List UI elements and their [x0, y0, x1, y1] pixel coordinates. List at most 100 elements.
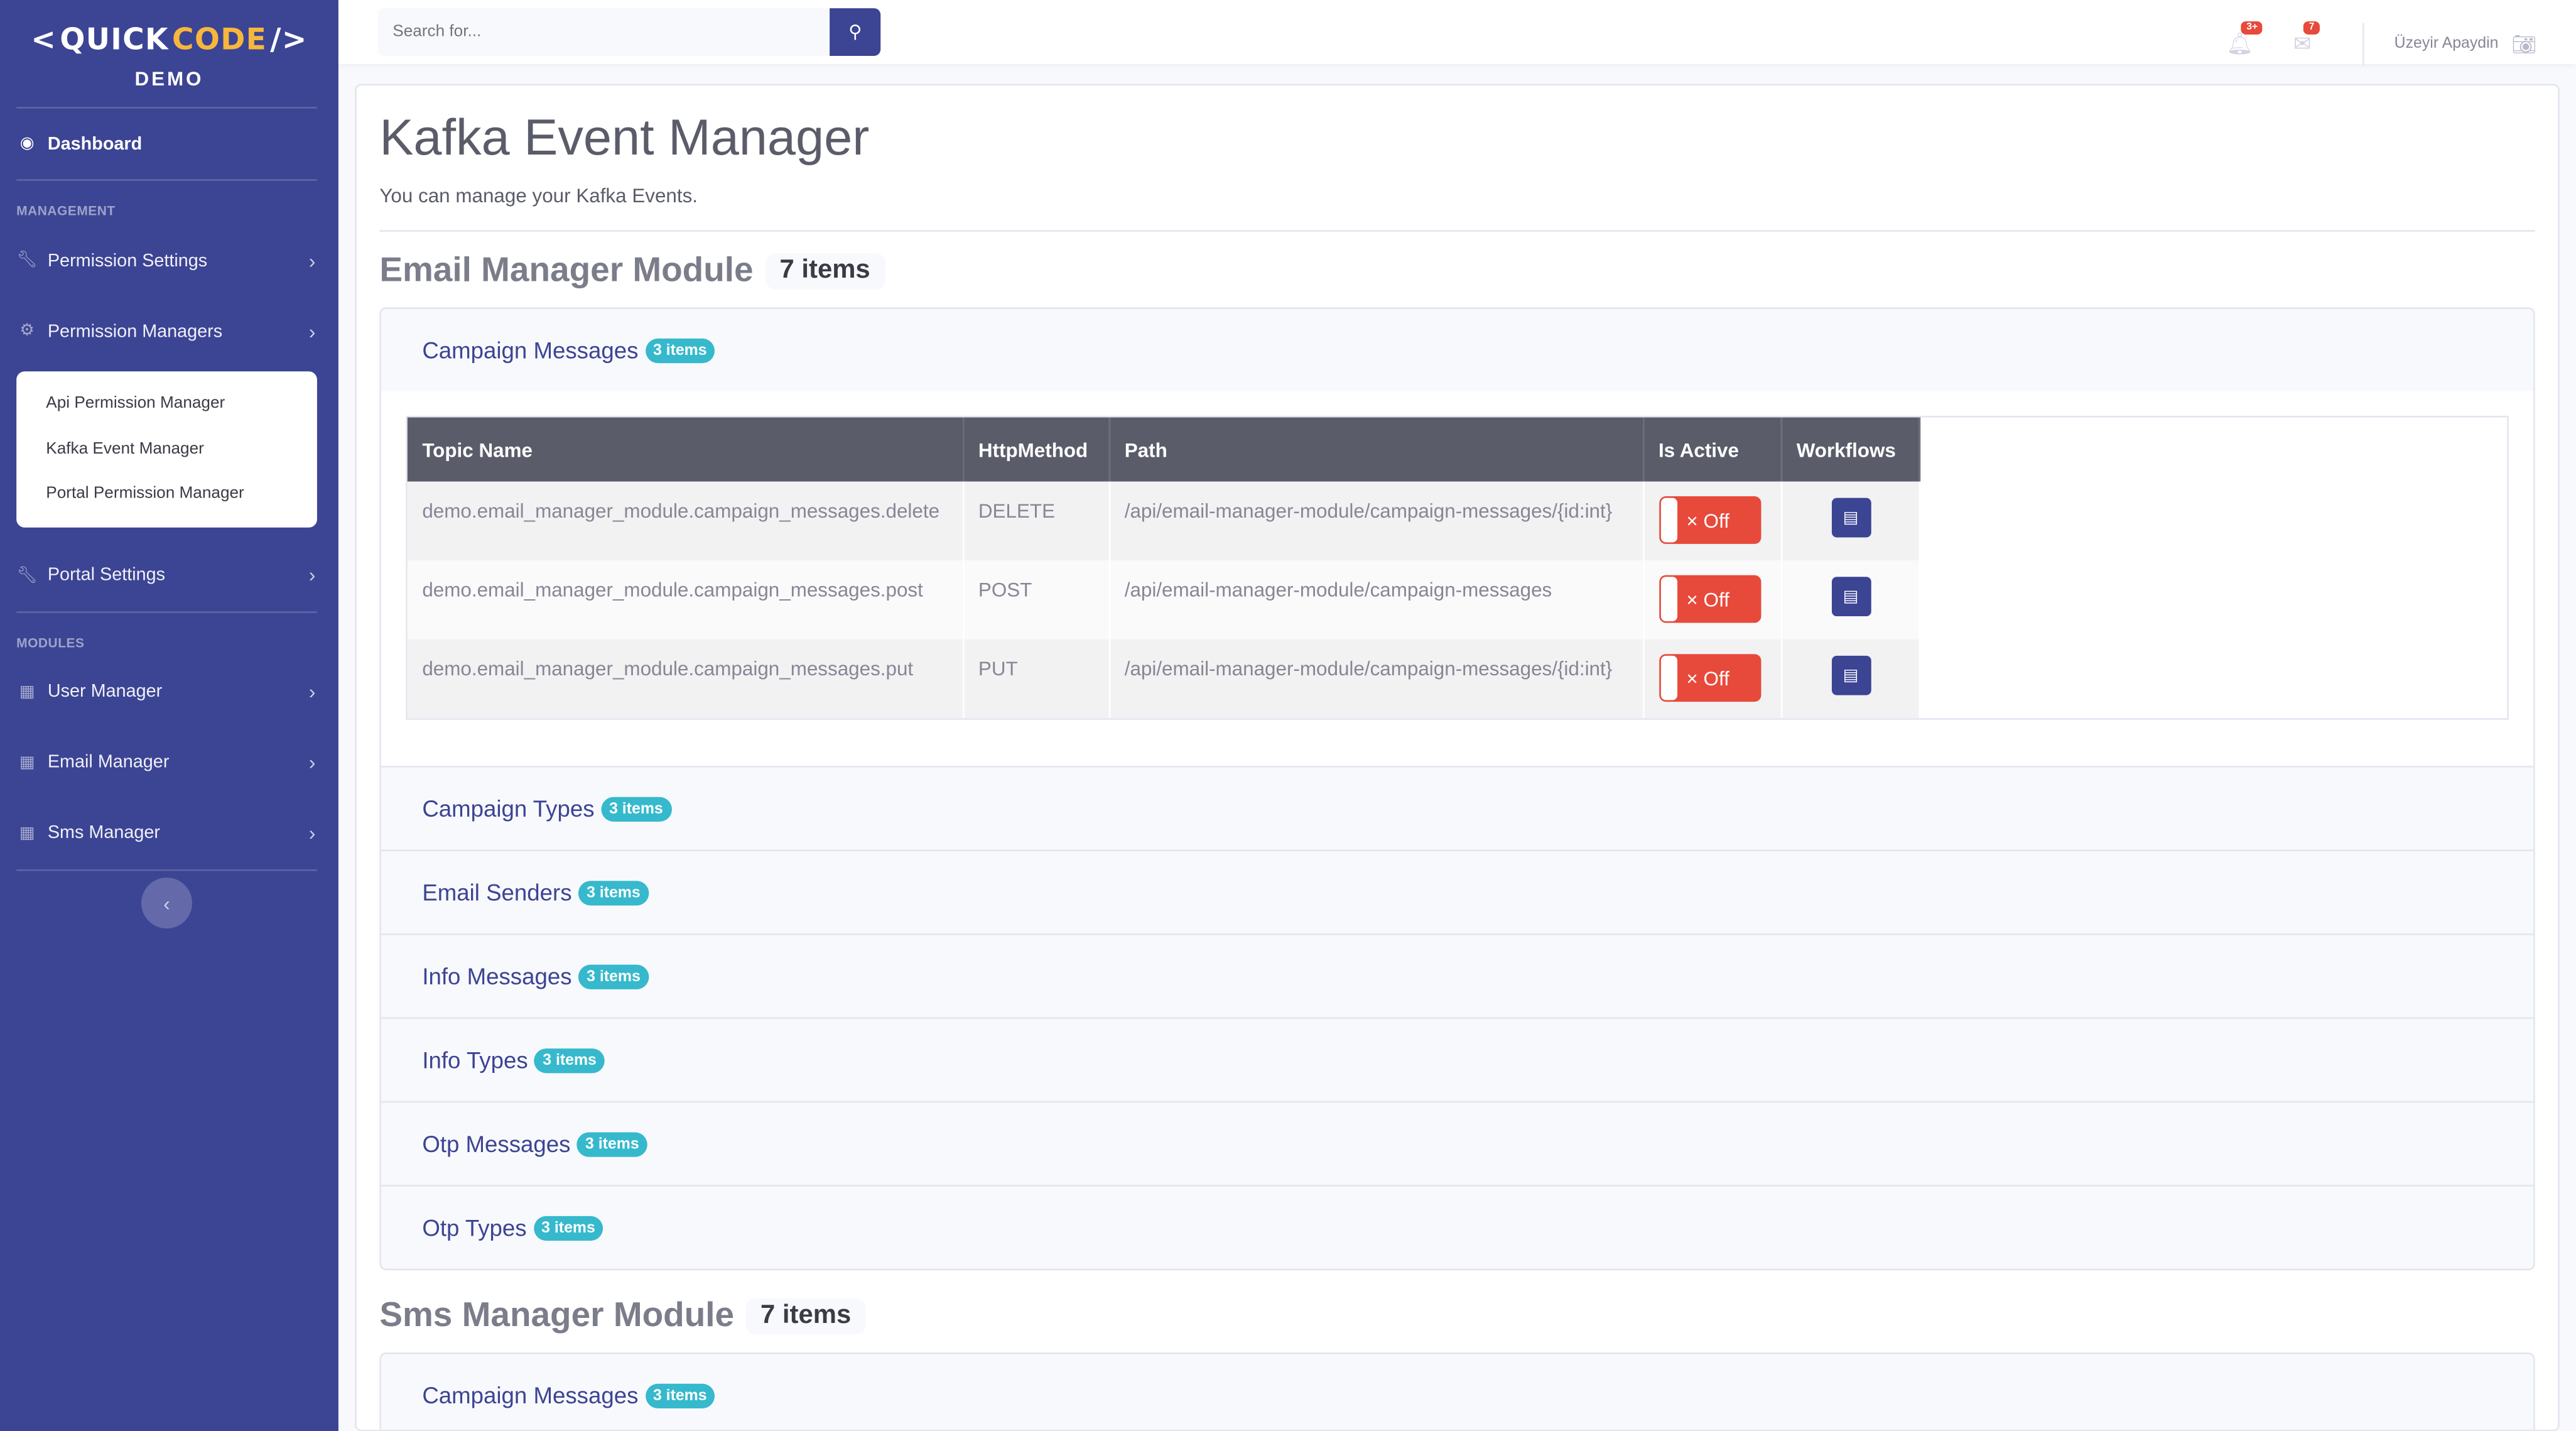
workflows-button[interactable]: ▤ — [1831, 577, 1871, 617]
active-toggle[interactable]: × Off — [1658, 575, 1761, 623]
group-name: Otp Messages — [422, 1130, 571, 1157]
topbar: ⚲ 🔔︎ 3+ ✉ 7 Üzeyir Apaydin 📷︎ — [338, 0, 2576, 65]
page-title: Kafka Event Manager — [379, 108, 870, 166]
events-table: Topic Name HttpMethod Path Is Active Wor… — [407, 417, 1920, 719]
brand-code: CODE — [171, 23, 268, 58]
bell-icon: 🔔︎ — [2226, 30, 2254, 55]
workflows-button[interactable]: ▤ — [1831, 498, 1871, 538]
nav-permission-managers-label: Permission Managers — [47, 321, 223, 341]
search-icon: ⚲ — [848, 23, 862, 43]
close-icon: × — [1686, 587, 1698, 611]
active-toggle[interactable]: × Off — [1658, 496, 1761, 544]
search-input[interactable] — [377, 8, 830, 56]
column-header[interactable]: Path — [1108, 417, 1644, 482]
accordion-item: Info Messages 3 items — [381, 935, 2534, 1019]
chevron-left-icon: ‹ — [163, 891, 170, 915]
accordion-item: Email Senders 3 items — [381, 851, 2534, 935]
module-name: Sms Manager Module — [379, 1297, 735, 1335]
module-count: 7 items — [764, 253, 885, 290]
table-row: demo.email_manager_module.campaign_messa… — [407, 481, 1920, 561]
chevron-right-icon: › — [308, 822, 316, 845]
brand-logo: < QUICK CODE /> — [31, 23, 307, 58]
toggle-knob — [1660, 577, 1677, 621]
group-count-badge: 3 items — [578, 879, 649, 905]
nav-portal-settings[interactable]: 🔧︎ Portal Settings › — [0, 540, 338, 610]
column-header[interactable]: Workflows — [1780, 417, 1920, 482]
brand-sub: DEMO — [134, 67, 204, 90]
table-header-row: Topic Name HttpMethod Path Is Active Wor… — [407, 417, 1920, 482]
column-header[interactable]: Topic Name — [407, 417, 964, 482]
nav-dashboard[interactable]: ◉ Dashboard — [0, 109, 338, 179]
active-cell: × Off — [1643, 560, 1782, 639]
nav-permission-settings[interactable]: 🔧︎ Permission Settings › — [0, 225, 338, 295]
camera-icon[interactable]: 📷︎ — [2511, 32, 2536, 55]
group-count-badge: 3 items — [601, 796, 671, 821]
search-form: ⚲ — [377, 8, 881, 56]
toggle-label: Off — [1703, 587, 1729, 611]
accordion-body: Topic Name HttpMethod Path Is Active Wor… — [381, 391, 2534, 766]
column-header[interactable]: Is Active — [1643, 417, 1782, 482]
nav-dashboard-label: Dashboard — [47, 134, 143, 154]
topbar-right: 🔔︎ 3+ ✉ 7 Üzeyir Apaydin 📷︎ — [2209, 0, 2536, 87]
chevron-right-icon: › — [308, 249, 316, 272]
accordion-header[interactable]: Campaign Types 3 items — [381, 768, 2533, 850]
alerts-count-badge: 3+ — [2241, 20, 2263, 34]
submenu-item-kafka-event-manager[interactable]: Kafka Event Manager — [16, 427, 317, 472]
events-table-wrapper: Topic Name HttpMethod Path Is Active Wor… — [406, 415, 2509, 720]
nav-user-manager-label: User Manager — [47, 682, 163, 702]
list-icon: ▤ — [1843, 666, 1859, 685]
accordion-item: Info Types 3 items — [381, 1019, 2534, 1103]
nav-email-manager[interactable]: ▦ Email Manager › — [0, 727, 338, 798]
module-accordion: Campaign Messages 3 items Topic Name Htt… — [379, 307, 2535, 1271]
accordion-header[interactable]: Campaign Messages 3 items — [381, 1354, 2533, 1430]
nav-email-manager-label: Email Manager — [47, 753, 170, 773]
alerts-button[interactable]: 🔔︎ 3+ — [2209, 20, 2271, 57]
topic-cell: demo.email_manager_module.campaign_messa… — [407, 639, 964, 719]
divider — [16, 868, 317, 871]
accordion-header[interactable]: Info Types 3 items — [381, 1019, 2533, 1101]
group-count-badge: 3 items — [534, 1047, 605, 1073]
gear-icon: ⚙ — [19, 322, 35, 340]
submenu-item-portal-permission-manager[interactable]: Portal Permission Manager — [16, 472, 317, 517]
method-cell: PUT — [963, 639, 1110, 719]
accordion-item: Otp Messages 3 items — [381, 1102, 2534, 1187]
brand[interactable]: < QUICK CODE /> DEMO — [0, 0, 338, 107]
nav-sms-manager-label: Sms Manager — [47, 823, 161, 844]
accordion-item: Campaign Messages 3 items Topic Name Htt… — [381, 309, 2534, 768]
wrench-icon: 🔧︎ — [16, 566, 38, 585]
active-cell: × Off — [1643, 639, 1782, 719]
group-count-badge: 3 items — [578, 964, 649, 989]
accordion-header[interactable]: Campaign Messages 3 items — [381, 309, 2533, 391]
nav-sms-manager[interactable]: ▦ Sms Manager › — [0, 798, 338, 868]
table-row: demo.email_manager_module.campaign_messa… — [407, 639, 1920, 719]
accordion-header[interactable]: Otp Types 3 items — [381, 1187, 2533, 1269]
submenu-item-api-permission-manager[interactable]: Api Permission Manager — [16, 381, 317, 427]
search-button[interactable]: ⚲ — [830, 8, 881, 56]
workflows-cell: ▤ — [1780, 639, 1920, 719]
column-header[interactable]: HttpMethod — [963, 417, 1110, 482]
topic-cell: demo.email_manager_module.campaign_messa… — [407, 560, 964, 639]
group-name: Otp Types — [422, 1214, 527, 1241]
nav-user-manager[interactable]: ▦ User Manager › — [0, 656, 338, 727]
accordion-header[interactable]: Otp Messages 3 items — [381, 1102, 2533, 1185]
heading-management: MANAGEMENT — [16, 204, 116, 219]
nav-permission-settings-label: Permission Settings — [47, 250, 208, 271]
close-icon: × — [1686, 508, 1698, 532]
module-count: 7 items — [745, 1298, 866, 1335]
user-name[interactable]: Üzeyir Apaydin — [2395, 35, 2499, 53]
sidebar-toggle-button[interactable]: ‹ — [141, 877, 193, 929]
nav-permission-managers[interactable]: ⚙ Permission Managers › — [0, 296, 338, 366]
accordion-header[interactable]: Email Senders 3 items — [381, 851, 2533, 933]
messages-count-badge: 7 — [2303, 20, 2320, 34]
workflows-button[interactable]: ▤ — [1831, 655, 1871, 695]
chevron-right-icon: › — [308, 680, 316, 704]
method-cell: POST — [963, 560, 1110, 639]
chevron-right-icon: › — [308, 319, 316, 343]
messages-button[interactable]: ✉ 7 — [2271, 20, 2333, 57]
group-count-badge: 3 items — [576, 1131, 647, 1156]
active-toggle[interactable]: × Off — [1658, 654, 1761, 702]
toggle-knob — [1660, 655, 1677, 700]
nav-portal-settings-label: Portal Settings — [47, 565, 166, 585]
accordion-header[interactable]: Info Messages 3 items — [381, 935, 2533, 1018]
chevron-right-icon: › — [308, 751, 316, 775]
